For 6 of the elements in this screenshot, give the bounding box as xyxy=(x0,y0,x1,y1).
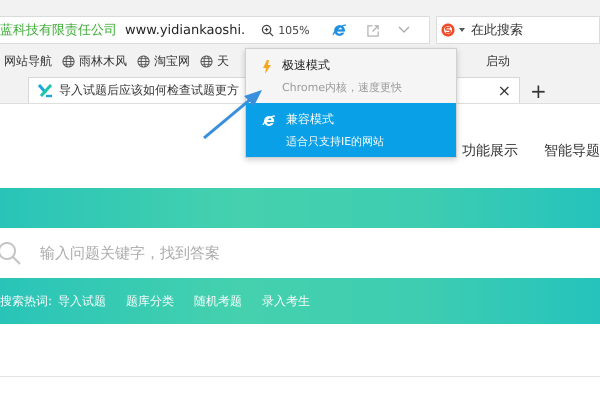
tab-title: 导入试题后应该如何检查试题更方 xyxy=(59,82,239,99)
hot-words-label: 搜索热词: xyxy=(0,292,52,310)
search-placeholder: 在此搜索 xyxy=(471,22,523,39)
url-text: www.yidiankaoshi. xyxy=(125,22,246,38)
site-name: 蓝科技有限责任公司 xyxy=(0,22,117,39)
search-placeholder: 输入问题关键字，找到答案 xyxy=(40,244,220,262)
